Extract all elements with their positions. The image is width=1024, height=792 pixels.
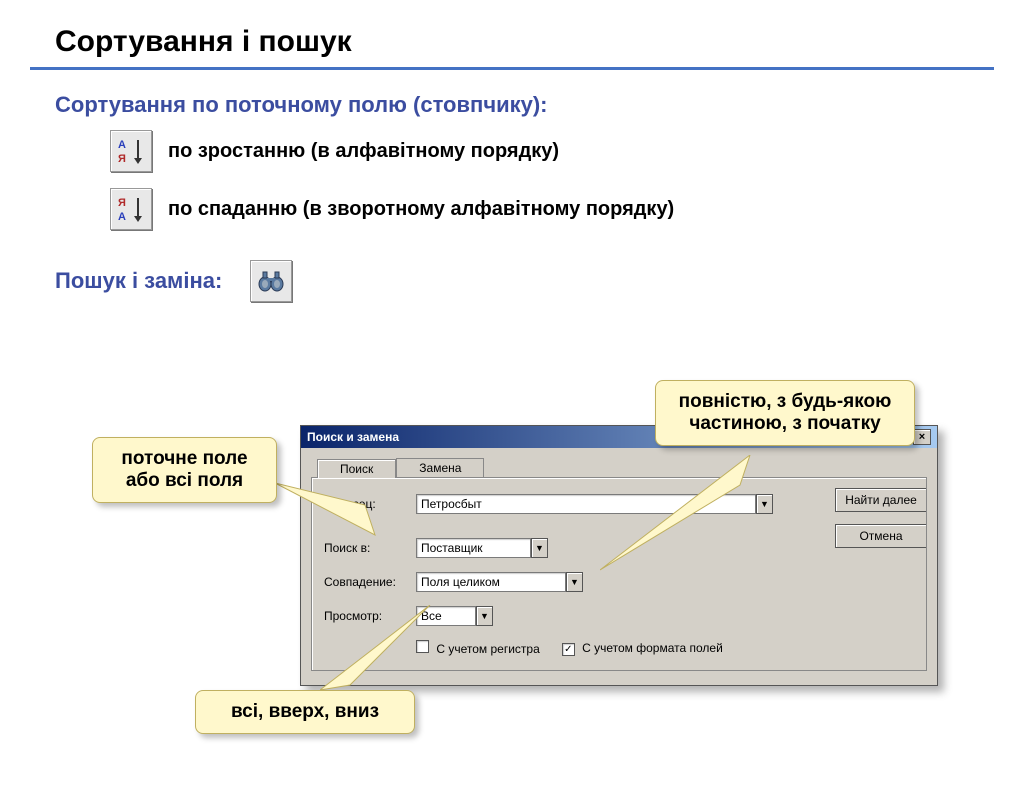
tab-replace[interactable]: Замена bbox=[396, 458, 484, 477]
checkbox-format-label[interactable]: ✓ С учетом формата полей bbox=[562, 641, 723, 656]
page-title: Сортування і пошук bbox=[55, 25, 1024, 59]
search-section: Пошук і заміна: bbox=[55, 260, 1024, 302]
sort-desc-label: по спаданню (в зворотному алфавітному по… bbox=[168, 198, 674, 221]
view-dropdown-button[interactable]: ▼ bbox=[476, 606, 493, 626]
checkbox-format[interactable]: ✓ bbox=[562, 643, 575, 656]
svg-text:Я: Я bbox=[118, 197, 126, 209]
checkbox-format-text: С учетом формата полей bbox=[582, 641, 723, 655]
checkbox-case-text: С учетом регистра bbox=[436, 642, 539, 656]
pointer-arrow-2 bbox=[600, 455, 770, 575]
callout-match-type: повністю, з будь-якою частиною, з початк… bbox=[655, 380, 915, 446]
label-match: Совпадение: bbox=[324, 575, 416, 589]
svg-text:А: А bbox=[118, 139, 126, 151]
svg-text:Я: Я bbox=[118, 153, 126, 165]
section-search-title: Пошук і заміна: bbox=[55, 268, 222, 294]
match-input[interactable] bbox=[416, 572, 566, 592]
binoculars-icon[interactable] bbox=[250, 260, 292, 302]
sort-asc-label: по зростанню (в алфавітному порядку) bbox=[168, 140, 559, 163]
pointer-arrow-3 bbox=[320, 605, 440, 695]
pointer-arrow-1 bbox=[275, 465, 395, 565]
sort-desc-icon[interactable]: Я А bbox=[110, 188, 152, 230]
close-button[interactable]: × bbox=[913, 429, 931, 445]
sort-asc-icon[interactable]: А Я bbox=[110, 130, 152, 172]
match-field[interactable]: ▼ bbox=[416, 572, 583, 592]
match-dropdown-button[interactable]: ▼ bbox=[566, 572, 583, 592]
callout-current-field: поточне поле або всі поля bbox=[92, 437, 277, 503]
section-sort-title: Сортування по поточному полю (стовпчику)… bbox=[55, 92, 1024, 118]
dialog-title-text: Поиск и замена bbox=[307, 430, 399, 444]
search-in-field[interactable]: ▼ bbox=[416, 538, 548, 558]
sort-desc-row: Я А по спаданню (в зворотному алфавітном… bbox=[110, 188, 1024, 230]
callout-direction: всі, вверх, вниз bbox=[195, 690, 415, 734]
sort-asc-row: А Я по зростанню (в алфавітному порядку) bbox=[110, 130, 1024, 172]
search-in-dropdown-button[interactable]: ▼ bbox=[531, 538, 548, 558]
search-in-input[interactable] bbox=[416, 538, 531, 558]
divider bbox=[30, 67, 994, 70]
svg-text:А: А bbox=[118, 211, 126, 223]
